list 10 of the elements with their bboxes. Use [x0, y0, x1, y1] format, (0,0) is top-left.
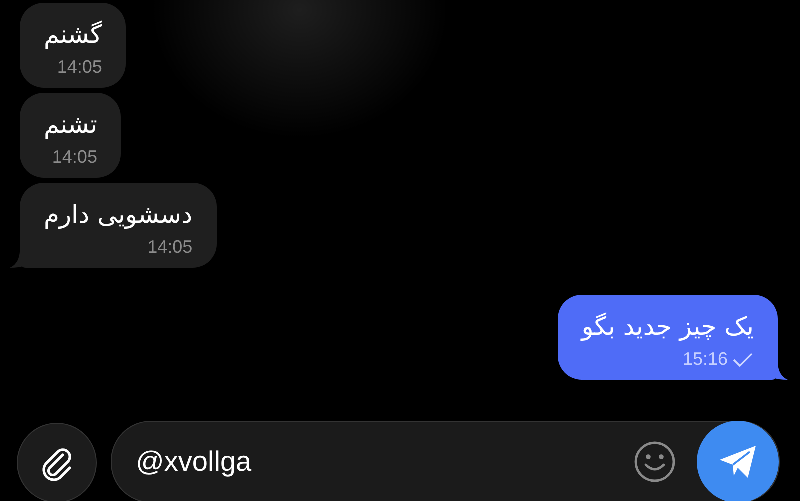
message-time: 14:05 [52, 147, 98, 168]
message-time: 14:05 [57, 57, 102, 78]
message-input[interactable]: @xvollga [111, 421, 780, 501]
message-text: یک چیز جدید بگو [582, 311, 754, 344]
smiley-icon[interactable] [633, 440, 677, 484]
message-text: تشنم [44, 109, 98, 141]
message-text: دسشویی دارم [44, 199, 193, 232]
message-time: 15:16 [682, 349, 728, 370]
message-time: 14:05 [148, 237, 193, 258]
message-text: گشنم [44, 19, 102, 51]
